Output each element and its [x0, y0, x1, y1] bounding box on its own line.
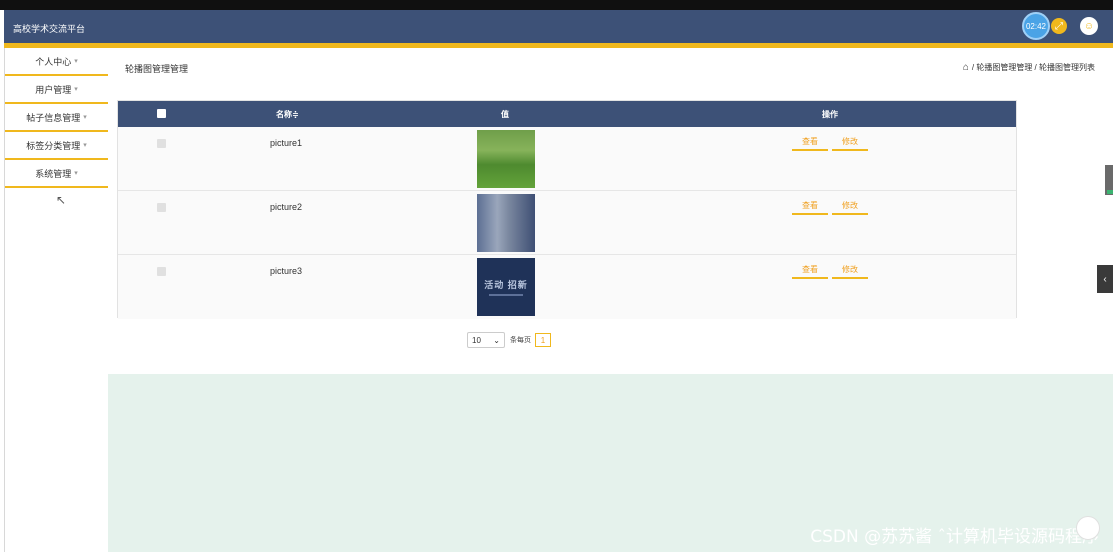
- timer-badge: 02:42: [1022, 12, 1050, 40]
- sidebar-item-label: 系统管理: [35, 168, 72, 179]
- view-button[interactable]: 查看: [792, 200, 828, 215]
- banner-subline: [489, 294, 523, 296]
- edit-button[interactable]: 修改: [832, 136, 868, 151]
- caret-down-icon: ▾: [83, 142, 87, 149]
- row-name: picture2: [270, 202, 303, 212]
- row-name: picture3: [270, 266, 303, 276]
- sidebar-item-post-management[interactable]: 帖子信息管理 ▾: [5, 104, 108, 132]
- select-all-checkbox[interactable]: [157, 109, 166, 118]
- page-size-value: 10: [472, 335, 481, 345]
- breadcrumb-path: / 轮播图管理管理 / 轮播图管理列表: [971, 63, 1095, 72]
- caret-down-icon: ▾: [74, 170, 78, 177]
- edit-button[interactable]: 修改: [832, 264, 868, 279]
- page-size-select[interactable]: 10 ⌄: [467, 332, 505, 348]
- edit-button[interactable]: 修改: [832, 200, 868, 215]
- sidebar-item-user-management[interactable]: 用户管理 ▾: [5, 76, 108, 104]
- chevron-left-icon[interactable]: ‹: [1097, 265, 1113, 293]
- expand-arrows-icon[interactable]: ⤢: [1051, 18, 1067, 34]
- sidebar-item-label: 用户管理: [35, 84, 72, 95]
- per-page-label: 条每页: [510, 337, 531, 344]
- page-number-button[interactable]: 1: [535, 333, 551, 347]
- main-content: 轮播图管理管理 ⌂ / 轮播图管理管理 / 轮播图管理列表 名称≑ 值 操作 p…: [108, 48, 1113, 552]
- sidebar-item-tag-category-management[interactable]: 标签分类管理 ▾: [5, 132, 108, 160]
- back-to-top-button[interactable]: [1076, 516, 1100, 540]
- app-header: 高校学术交流平台 02:42 ⤢ ☺: [4, 10, 1113, 43]
- pagination: 10 ⌄ 条每页 1: [467, 332, 551, 348]
- view-button[interactable]: 查看: [792, 264, 828, 279]
- campus-lawn-photo: [477, 130, 535, 188]
- buildings-photo: [477, 194, 535, 252]
- table-row: picture3 活动 招新 查看 修改: [118, 255, 1016, 319]
- dark-blue-banner-image: 活动 招新: [477, 258, 535, 316]
- home-icon[interactable]: ⌂: [963, 62, 969, 73]
- column-header-actions: 操作: [822, 110, 838, 119]
- view-button[interactable]: 查看: [792, 136, 828, 151]
- row-checkbox[interactable]: [157, 203, 166, 212]
- caret-down-icon: ▾: [74, 86, 78, 93]
- row-checkbox[interactable]: [157, 139, 166, 148]
- table-header: 名称≑ 值 操作: [118, 101, 1016, 127]
- sidebar: 个人中心 ▾ 用户管理 ▾ 帖子信息管理 ▾ 标签分类管理 ▾ 系统管理 ▾: [5, 48, 108, 552]
- sidebar-item-label: 标签分类管理: [26, 140, 81, 151]
- sidebar-item-label: 帖子信息管理: [26, 112, 81, 123]
- table-row: picture2 查看 修改: [118, 191, 1016, 255]
- top-edge: [0, 0, 1113, 10]
- user-icon[interactable]: ☺: [1080, 17, 1098, 35]
- column-header-value: 值: [501, 110, 509, 119]
- row-name: picture1: [270, 138, 303, 148]
- app-title: 高校学术交流平台: [13, 24, 86, 34]
- breadcrumb: ⌂ / 轮播图管理管理 / 轮播图管理列表: [963, 62, 1095, 73]
- banner-text: 活动 招新: [484, 280, 528, 290]
- table-row: picture1 查看 修改: [118, 127, 1016, 191]
- caret-down-icon: ▾: [74, 58, 78, 65]
- sidebar-item-system-management[interactable]: 系统管理 ▾: [5, 160, 108, 188]
- mouse-cursor-icon: ↖: [56, 193, 67, 207]
- sidebar-item-personal-center[interactable]: 个人中心 ▾: [5, 48, 108, 76]
- page-title: 轮播图管理管理: [125, 64, 189, 74]
- watermark: CSDN @苏苏酱 ˆ计算机毕设源码程序: [810, 527, 1099, 547]
- row-checkbox[interactable]: [157, 267, 166, 276]
- sidebar-item-label: 个人中心: [35, 56, 72, 67]
- carousel-table: 名称≑ 值 操作 picture1 查看 修改 picture2 查看 修改 p…: [117, 100, 1017, 319]
- column-header-name[interactable]: 名称≑: [276, 109, 299, 120]
- caret-down-icon: ▾: [83, 114, 87, 121]
- chevron-down-icon: ⌄: [493, 335, 500, 345]
- scroll-indicator: [1107, 190, 1113, 194]
